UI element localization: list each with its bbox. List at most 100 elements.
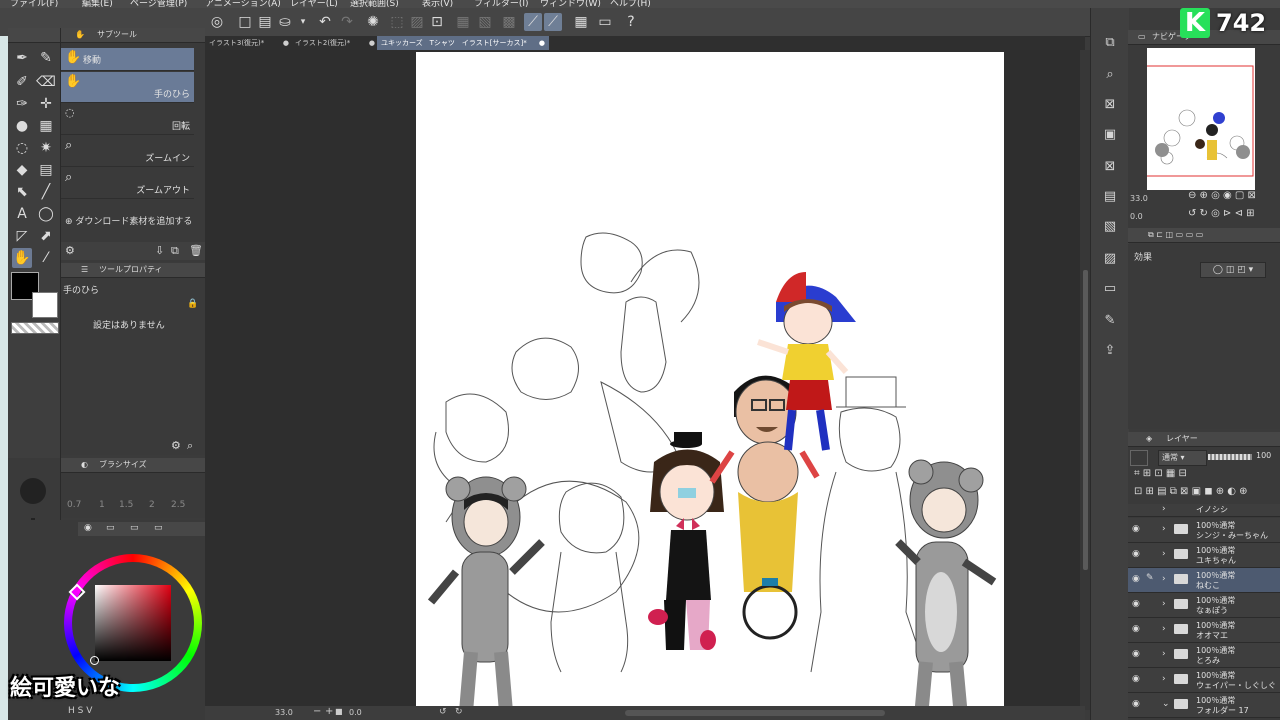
chevron-right-icon[interactable]: › (1162, 549, 1166, 559)
saturation-value-square[interactable] (95, 585, 171, 661)
chevron-right-icon[interactable]: › (1162, 599, 1166, 609)
chevron-right-icon[interactable]: › (1162, 649, 1166, 659)
navigator-rotate-buttons[interactable]: ↺ ↻ ◎ ⊳ ⊲ ⊞ (1188, 208, 1255, 219)
layer-lock-icons[interactable]: ⌗ ⊞ ⊡ ▦ ⊟ (1134, 468, 1187, 479)
lasso-icon[interactable]: ◌ (12, 138, 32, 158)
menu-filter[interactable]: フィルター(I) (474, 0, 529, 8)
subtool-item-rotate[interactable]: ◌ 回転 (61, 104, 194, 135)
subtool-item-move[interactable]: ✋ 移動 (61, 48, 194, 71)
menu-page[interactable]: ページ管理(P) (130, 0, 187, 8)
fill-bucket-icon[interactable]: ◆ (12, 160, 32, 180)
layer-item-selected[interactable]: ◉ ✎ › 100％通常 ねむこ (1128, 568, 1280, 593)
brush-size-preset[interactable]: 1.5 (119, 500, 133, 510)
snap-off-icon[interactable]: ▩ (500, 13, 518, 31)
save-icon[interactable]: ⛀ (276, 13, 294, 31)
menu-view[interactable]: 表示(V) (422, 0, 453, 8)
import-icon[interactable]: ⇩ (155, 244, 164, 257)
undo-icon[interactable]: ↶ (316, 13, 334, 31)
menu-animation[interactable]: アニメーション(A) (205, 0, 281, 8)
copy-icon[interactable]: ⧉ (171, 244, 179, 258)
eye-icon[interactable]: ◉ (1132, 599, 1140, 609)
layer-color-toggle[interactable] (1130, 450, 1148, 466)
frame-icon[interactable]: ◸ (12, 226, 32, 246)
layer-item[interactable]: ◉ ⌄ 100％通常 フォルダー 17 (1128, 693, 1280, 718)
zoom-readout[interactable]: 33.0 (275, 708, 293, 717)
sub-color-swatch[interactable] (32, 292, 58, 318)
wrench-icon[interactable]: ⚙ (171, 439, 181, 452)
grid-icon[interactable]: ▦ (572, 13, 590, 31)
chevron-right-icon[interactable]: › (1162, 524, 1166, 534)
auto-select-icon[interactable]: ✷ (36, 138, 56, 158)
close-icon[interactable]: ● (283, 36, 289, 50)
layer-item[interactable]: ◉ › 100％通常 なぁぽう (1128, 593, 1280, 618)
menu-layer[interactable]: レイヤー(L) (290, 0, 338, 8)
delete-icon[interactable]: ⊠ (1099, 156, 1121, 178)
subtool-item-zoom-out[interactable]: ⌕ ズームアウト (61, 168, 194, 199)
eyedropper-icon[interactable]: ⁄ (36, 248, 56, 268)
animation-icon[interactable]: ▭ (1099, 278, 1121, 300)
clip-studio-icon[interactable]: ◎ (208, 13, 226, 31)
transform-icon[interactable]: ⊡ (428, 13, 446, 31)
layer-property-tabs[interactable]: ⧉ ⊏ ◫ ▭ ▭ ▭ (1148, 228, 1203, 242)
eye-icon[interactable]: ◉ (1132, 624, 1140, 634)
layer-item[interactable]: ◉ › 100％通常 ユキちゃん (1128, 543, 1280, 568)
blend-mode-select[interactable]: 通常 ▾ (1158, 450, 1207, 466)
brush-icon[interactable]: ✐ (12, 72, 32, 92)
eraser-icon[interactable]: ⌫ (36, 72, 56, 92)
minus-icon[interactable]: − (313, 706, 321, 717)
eye-icon[interactable]: ◉ (1132, 574, 1140, 584)
edit-icon[interactable]: ✎ (1099, 310, 1121, 332)
search-layer-icon[interactable]: ▨ (1099, 248, 1121, 270)
subtool-item-zoom-in[interactable]: ⌕ ズームイン (61, 136, 194, 167)
eye-icon[interactable]: ◉ (1132, 699, 1140, 709)
swatch-icon[interactable]: ▭ (154, 523, 163, 533)
navigator-thumbnail[interactable] (1128, 48, 1255, 190)
tab-illust2[interactable]: イラスト2(復元)* ● (291, 36, 379, 50)
rotate-left-icon[interactable]: ↺ (439, 707, 447, 717)
tab-circus[interactable]: ユキッカーズ Tシャツ イラスト[サーカス]* ● (377, 36, 549, 50)
navigator-zoom-buttons[interactable]: ⊖ ⊕ ◎ ◉ ▢ ⊠ (1188, 190, 1256, 201)
eye-icon[interactable]: ◉ (1132, 674, 1140, 684)
eye-icon[interactable]: ◉ (1132, 649, 1140, 659)
transparent-color-swatch[interactable] (11, 322, 59, 334)
stop-icon[interactable]: ■ (335, 707, 343, 716)
brush-size-preset[interactable]: 0.7 (67, 500, 81, 510)
layer-item[interactable]: ◉ › 100％通常 オオマエ (1128, 618, 1280, 643)
layer-item[interactable]: ◉ › 100％通常 とろみ (1128, 643, 1280, 668)
trash-icon[interactable]: 🗑 (189, 244, 203, 257)
material-icon[interactable]: ⧉ (1099, 32, 1121, 54)
eye-icon[interactable]: ◉ (1132, 549, 1140, 559)
balloon-icon[interactable]: ◯ (36, 204, 56, 224)
horizontal-scrollbar[interactable] (625, 710, 885, 716)
tab-illust3[interactable]: イラスト3(復元)* ● (205, 36, 293, 50)
effect-buttons[interactable]: ◯ ◫ ◰ ▾ (1200, 262, 1266, 278)
redo-icon[interactable]: ↷ (338, 13, 356, 31)
chevron-down-icon[interactable]: ▾ (294, 13, 312, 31)
search-icon[interactable]: ⌕ (1099, 64, 1121, 86)
open-file-icon[interactable]: ▤ (256, 13, 274, 31)
layer-property-icon[interactable]: ▤ (1099, 186, 1121, 208)
airbrush-icon[interactable]: ✑ (12, 94, 32, 114)
object-icon[interactable]: ⬉ (12, 182, 32, 202)
history-icon[interactable]: ▧ (1099, 216, 1121, 238)
layer-item[interactable]: ◉ › 100％通常 シンジ・みーちゃん (1128, 518, 1280, 543)
snap-guide-icon[interactable]: ⟋ (544, 13, 562, 31)
gradient-icon[interactable]: ▤ (36, 160, 56, 180)
move-layer-icon[interactable]: ✛ (36, 94, 56, 114)
plus-icon[interactable]: + (325, 706, 333, 717)
opacity-value[interactable]: 100 (1256, 451, 1271, 460)
lock-icon[interactable]: 🔒 (187, 299, 198, 309)
close-icon[interactable]: ● (369, 36, 375, 50)
opacity-slider[interactable] (1208, 454, 1252, 460)
drawing-canvas[interactable] (416, 52, 1004, 720)
navigator-angle-value[interactable]: 0.0 (1130, 212, 1143, 221)
close-panel-icon[interactable]: ⊠ (1099, 94, 1121, 116)
chevron-right-icon[interactable]: › (1162, 574, 1166, 584)
chevron-down-icon[interactable]: ⌄ (1162, 699, 1170, 709)
chevron-right-icon[interactable]: › (1162, 624, 1166, 634)
add-material-button[interactable]: ⊕ ダウンロード素材を追加する (65, 214, 192, 227)
fill-icon[interactable]: ▨ (408, 13, 426, 31)
layer-item[interactable]: ◉ › 100％通常 ウェイパー・しぐしぐ (1128, 668, 1280, 693)
record-icon[interactable]: ◉ (84, 523, 92, 533)
text-icon[interactable]: A (12, 204, 32, 224)
